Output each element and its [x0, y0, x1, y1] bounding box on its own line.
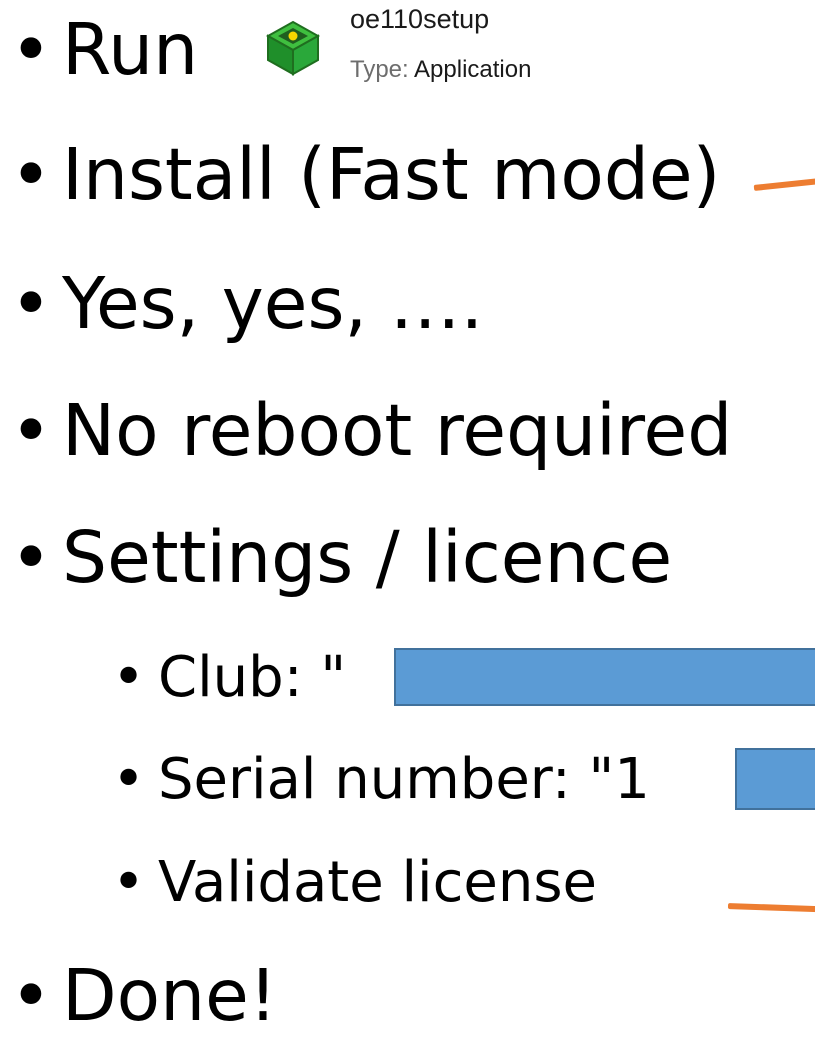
setup-file-item[interactable]: oe110setup Type: Application	[242, 0, 622, 92]
connector-line	[753, 177, 815, 191]
step-yes-label: Yes, yes, ….	[62, 262, 484, 345]
setting-validate-label: Validate license	[158, 850, 597, 915]
redacted-serial-value	[735, 748, 815, 810]
redacted-club-value	[394, 648, 815, 706]
bullet: •	[10, 954, 52, 1037]
setting-serial-label: Serial number: "1	[158, 747, 650, 812]
bullet: •	[10, 8, 52, 91]
setting-club-label: Club: "	[158, 645, 347, 710]
application-installer-icon	[265, 20, 321, 76]
bullet: •	[10, 516, 52, 599]
bullet: •	[112, 747, 146, 812]
file-name: oe110setup	[350, 4, 490, 34]
step-no-reboot-label: No reboot required	[62, 389, 733, 472]
step-run-label: Run	[62, 8, 199, 91]
file-type: Type: Application	[350, 56, 532, 83]
bullet: •	[10, 389, 52, 472]
bullet: •	[10, 262, 52, 345]
step-done-label: Done!	[62, 954, 278, 1037]
bullet: •	[10, 133, 52, 216]
step-install-label: Install (Fast mode)	[62, 133, 721, 216]
connector-line	[727, 903, 815, 913]
serial-peek: 1	[614, 747, 650, 812]
bullet: •	[112, 645, 146, 710]
step-settings-label: Settings / licence	[62, 516, 673, 599]
bullet: •	[112, 850, 146, 915]
